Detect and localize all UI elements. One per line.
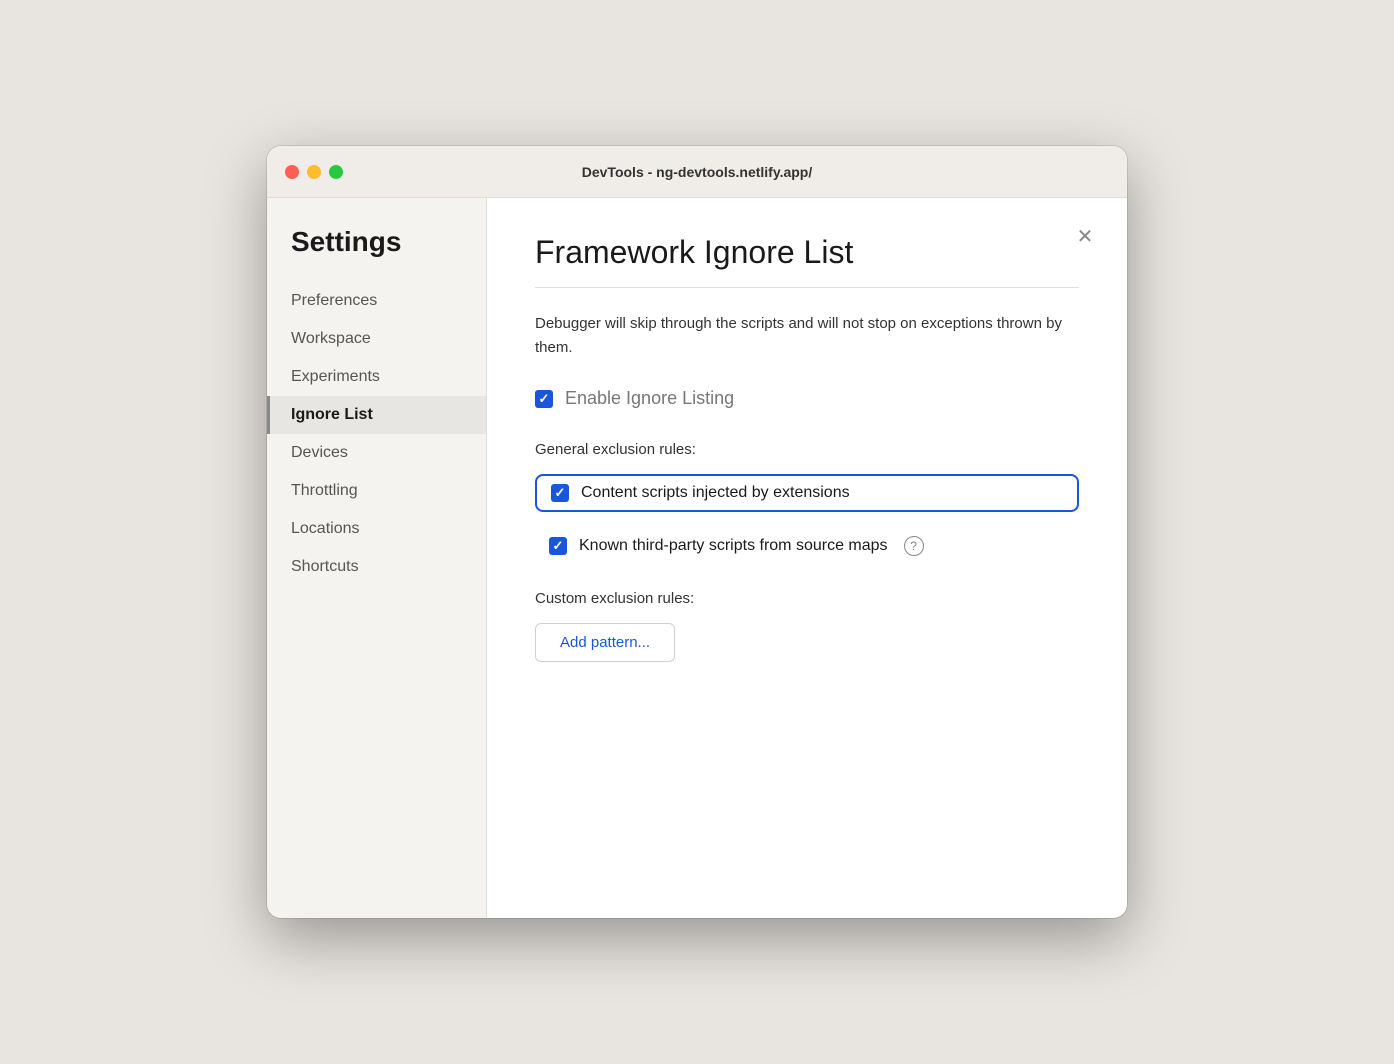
third-party-checkmark: ✓ <box>553 538 564 554</box>
close-icon: ✕ <box>1077 224 1094 249</box>
question-icon: ? <box>910 539 917 553</box>
help-icon[interactable]: ? <box>904 536 924 556</box>
traffic-lights <box>285 165 343 179</box>
enable-ignore-checkmark: ✓ <box>539 391 550 407</box>
sidebar-item-ignore-list[interactable]: Ignore List <box>267 396 486 434</box>
sidebar-item-experiments[interactable]: Experiments <box>267 358 486 396</box>
enable-ignore-label: Enable Ignore Listing <box>565 388 734 409</box>
maximize-traffic-light[interactable] <box>329 165 343 179</box>
enable-ignore-checkbox[interactable]: ✓ <box>535 390 553 408</box>
content-scripts-checkbox[interactable]: ✓ <box>551 484 569 502</box>
titlebar: DevTools - ng-devtools.netlify.app/ <box>267 146 1127 198</box>
sidebar-item-preferences[interactable]: Preferences <box>267 282 486 320</box>
main-content: ✕ Framework Ignore List Debugger will sk… <box>487 198 1127 918</box>
sidebar: Settings Preferences Workspace Experimen… <box>267 198 487 918</box>
content-scripts-row: ✓ Content scripts injected by extensions <box>535 474 1079 512</box>
content-scripts-label[interactable]: Content scripts injected by extensions <box>581 484 850 502</box>
sidebar-heading: Settings <box>267 226 486 282</box>
sidebar-item-throttling[interactable]: Throttling <box>267 472 486 510</box>
page-title: Framework Ignore List <box>535 234 1079 271</box>
sidebar-item-workspace[interactable]: Workspace <box>267 320 486 358</box>
third-party-scripts-row: ✓ Known third-party scripts from source … <box>535 526 1079 566</box>
window-title: DevTools - ng-devtools.netlify.app/ <box>582 164 813 180</box>
close-traffic-light[interactable] <box>285 165 299 179</box>
general-exclusion-label: General exclusion rules: <box>535 441 1079 458</box>
enable-ignore-row: ✓ Enable Ignore Listing <box>535 388 1079 409</box>
third-party-label[interactable]: Known third-party scripts from source ma… <box>579 537 888 555</box>
close-button[interactable]: ✕ <box>1071 222 1099 250</box>
minimize-traffic-light[interactable] <box>307 165 321 179</box>
window-body: Settings Preferences Workspace Experimen… <box>267 198 1127 918</box>
sidebar-item-locations[interactable]: Locations <box>267 510 486 548</box>
add-pattern-button[interactable]: Add pattern... <box>535 623 675 662</box>
description-text: Debugger will skip through the scripts a… <box>535 312 1079 360</box>
sidebar-item-devices[interactable]: Devices <box>267 434 486 472</box>
custom-exclusion-label: Custom exclusion rules: <box>535 590 1079 607</box>
sidebar-item-shortcuts[interactable]: Shortcuts <box>267 548 486 586</box>
title-divider <box>535 287 1079 288</box>
content-scripts-checkmark: ✓ <box>555 485 566 501</box>
third-party-checkbox[interactable]: ✓ <box>549 537 567 555</box>
devtools-window: DevTools - ng-devtools.netlify.app/ Sett… <box>267 146 1127 918</box>
